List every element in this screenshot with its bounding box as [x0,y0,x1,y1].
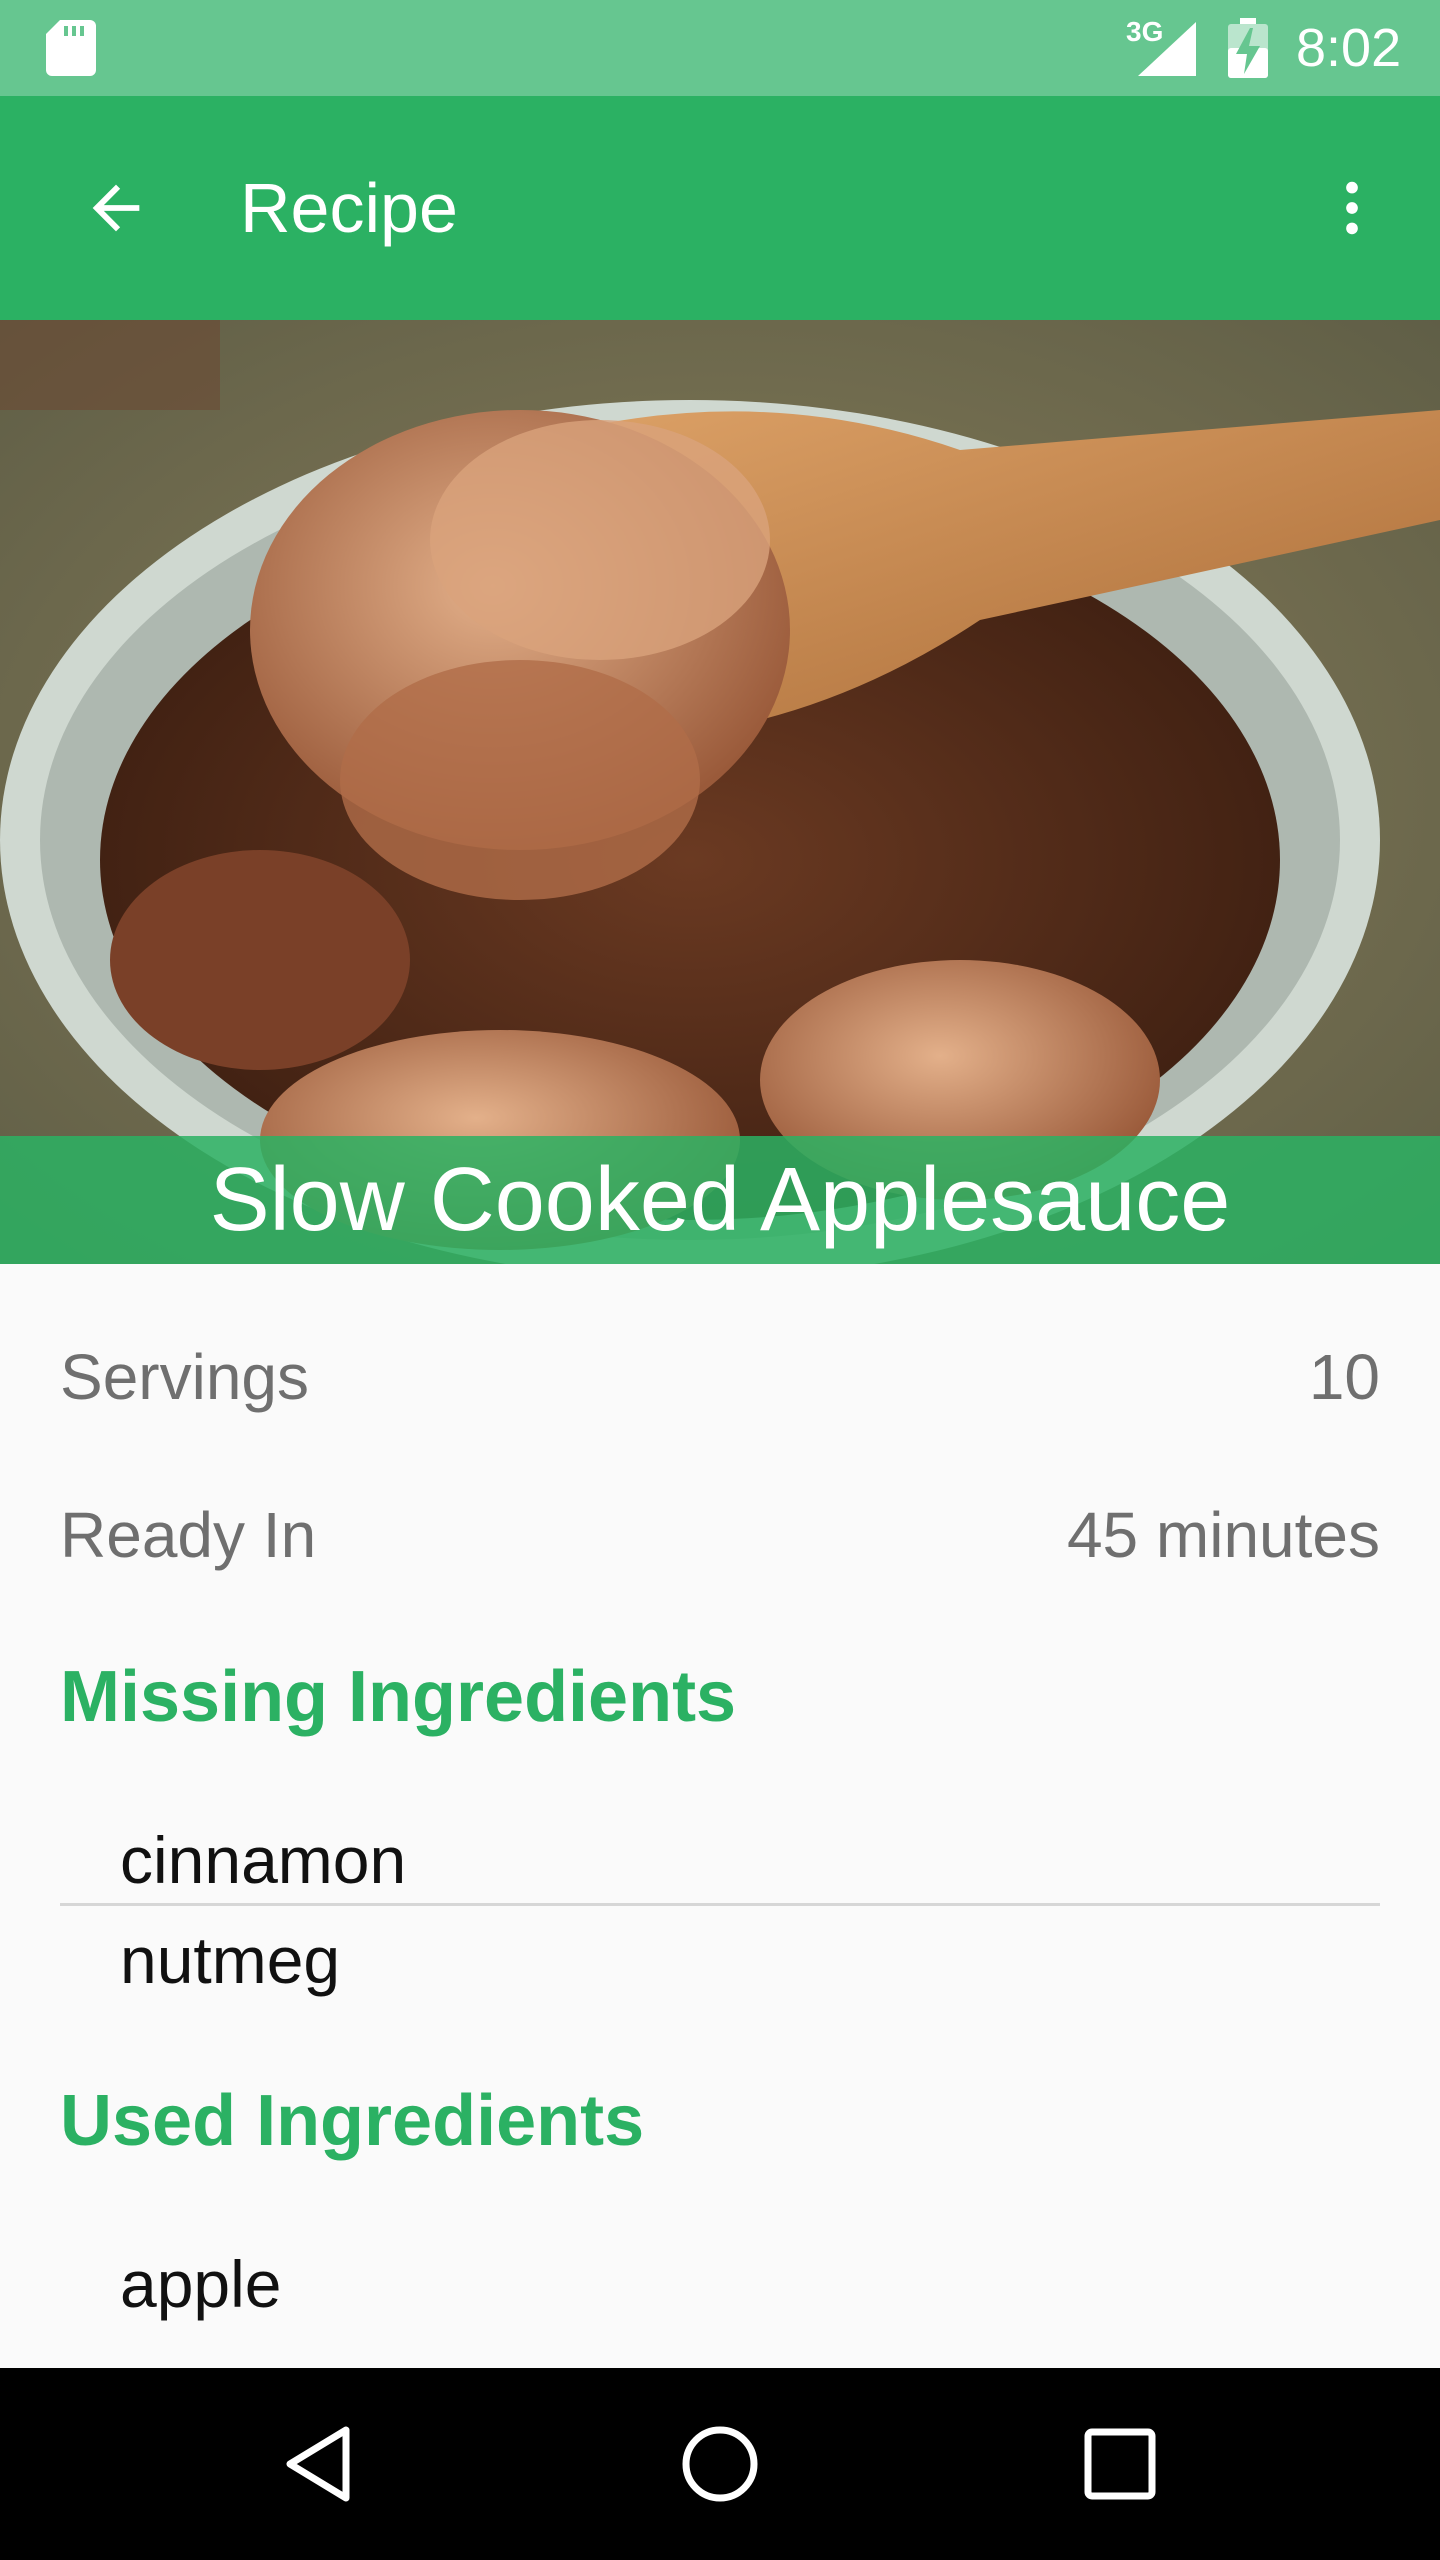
home-circle-icon [682,2426,758,2502]
nav-back-button[interactable] [260,2404,380,2524]
recipe-screen: 3G 8:02 Recipe Slow Cooked Applesauce Se… [0,0,1440,2560]
arrow-back-icon [92,184,140,232]
back-triangle-icon [286,2426,350,2502]
nav-home-button[interactable] [660,2404,780,2524]
signal-icon [1138,22,1196,76]
ready-in-label: Ready In [60,1499,317,1571]
missing-ingredient-item[interactable]: nutmeg [120,1920,340,2000]
more-vert-icon [1346,181,1358,235]
app-toolbar: Recipe [0,96,1440,320]
clock: 8:02 [1296,18,1402,78]
sd-card-icon [46,20,96,76]
missing-ingredient-item[interactable]: cinnamon [120,1820,406,1900]
missing-ingredients-heading: Missing Ingredients [60,1657,737,1737]
servings-row: Servings 10 [60,1332,1380,1422]
nav-recents-button[interactable] [1060,2404,1180,2524]
ready-in-row: Ready In 45 minutes [60,1490,1380,1580]
recipe-title-bar: Slow Cooked Applesauce [0,1136,1440,1264]
servings-value: 10 [1308,1341,1380,1413]
recipe-image: Slow Cooked Applesauce [0,320,1440,1264]
recents-square-icon [1084,2428,1156,2500]
ready-in-value: 45 minutes [1066,1499,1380,1571]
back-button[interactable] [56,148,176,268]
used-ingredient-item[interactable]: apple [120,2244,282,2324]
divider [60,1903,1380,1906]
overflow-menu-button[interactable] [1300,148,1404,268]
battery-charging-icon [1228,18,1268,78]
recipe-title: Slow Cooked Applesauce [209,1150,1231,1250]
servings-label: Servings [60,1341,309,1413]
status-bar: 3G 8:02 [0,0,1440,96]
system-navigation-bar [0,2368,1440,2560]
used-ingredients-heading: Used Ingredients [60,2081,645,2161]
toolbar-title: Recipe [240,169,458,247]
applesauce-photo [0,320,1440,1264]
